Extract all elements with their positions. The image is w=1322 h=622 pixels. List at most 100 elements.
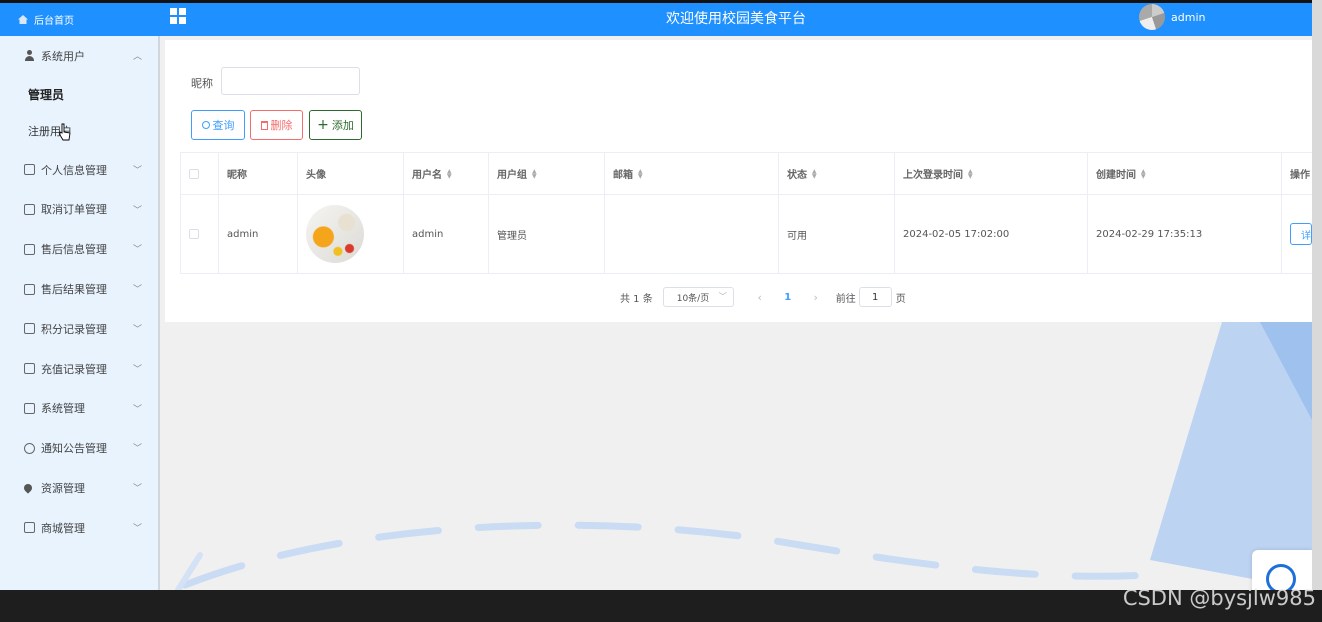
prev-page-button[interactable]: ‹	[754, 291, 766, 304]
row-select-cell[interactable]	[180, 195, 219, 273]
sidebar-item[interactable]: 通知公告管理 ﹀	[0, 428, 158, 468]
delete-button[interactable]: 删除	[250, 110, 303, 140]
chevron-up-icon: ︿	[132, 52, 142, 62]
sidebar-item-label: 取消订单管理	[41, 203, 107, 217]
main-panel: 昵称 查询 删除 + 添加 昵称 头像 用户名 ▲ ▼ 用户组 ▲ ▼ 邮箱 ▲ ▼ 状态 ▲…	[165, 40, 1312, 322]
user-avatar[interactable]	[1139, 4, 1165, 30]
cell-nickname: admin	[219, 195, 298, 273]
add-label: 添加	[331, 119, 354, 132]
goto-page-input[interactable]: 1	[858, 287, 892, 307]
cell-last-login: 2024-02-05 17:02:00	[895, 195, 1088, 273]
document-icon	[24, 164, 35, 176]
sidebar-item[interactable]: 资源管理 ﹀	[0, 468, 158, 508]
goto-label: 前往	[835, 293, 856, 305]
pagination-total: 共 1 条	[620, 293, 653, 305]
sidebar-item-label: 充值记录管理	[41, 362, 107, 376]
window-scrollbar[interactable]	[1312, 0, 1322, 590]
pagination: 共 1 条 10条/页 ﹀ ‹ 1 › 前往 1 页	[620, 287, 906, 307]
sidebar-item-registered-users[interactable]: 注册用户	[0, 113, 158, 150]
row-checkbox[interactable]	[189, 229, 199, 239]
cell-avatar	[298, 195, 404, 273]
column-header[interactable]: 邮箱 ▲ ▼	[605, 153, 779, 194]
delete-label: 删除	[270, 119, 293, 132]
page-size-value: 10条/页	[676, 293, 710, 304]
query-label: 查询	[212, 119, 235, 132]
info-icon	[24, 442, 35, 454]
document-icon	[24, 283, 35, 295]
users-table: 昵称 头像 用户名 ▲ ▼ 用户组 ▲ ▼ 邮箱 ▲ ▼ 状态 ▲ ▼ 上次登录时间 ▲ ▼ 创建时…	[180, 152, 1312, 274]
chevron-down-icon: ﹀	[132, 484, 142, 495]
chevron-down-icon: ﹀	[132, 165, 142, 176]
sidebar-item-label: 商城管理	[41, 521, 85, 535]
sidebar: 系统用户 ︿ 管理员 注册用户 个人信息管理 ﹀ 取消订单管理 ﹀ 售后信息管理 ﹀ 售后结…	[0, 36, 160, 590]
detail-button[interactable]: 详	[1290, 223, 1312, 245]
chevron-down-icon: ﹀	[132, 444, 142, 455]
add-button[interactable]: + 添加	[309, 110, 362, 140]
column-header: 昵称	[219, 153, 298, 194]
page-size-select[interactable]: 10条/页 ﹀	[662, 287, 734, 307]
chevron-down-icon: ﹀	[132, 245, 142, 256]
cell-username: admin	[404, 195, 489, 273]
column-header[interactable]: 上次登录时间 ▲ ▼	[895, 153, 1088, 194]
column-header[interactable]: 创建时间 ▲ ▼	[1088, 153, 1282, 194]
chevron-down-icon: ﹀	[132, 364, 142, 375]
sidebar-item[interactable]: 系统管理 ﹀	[0, 389, 158, 429]
column-header[interactable]: 用户组 ▲ ▼	[489, 153, 605, 194]
next-page-button[interactable]: ›	[810, 291, 822, 304]
document-icon	[24, 363, 35, 375]
sidebar-item-label: 售后结果管理	[41, 283, 107, 297]
chevron-down-icon: ﹀	[132, 523, 142, 534]
user-name[interactable]: admin	[1171, 11, 1205, 24]
select-all-checkbox[interactable]	[189, 168, 199, 179]
column-header: 头像	[298, 153, 404, 194]
pin-icon	[22, 482, 34, 494]
home-label: 后台首页	[34, 16, 74, 27]
sidebar-item[interactable]: 个人信息管理 ﹀	[0, 150, 158, 190]
chevron-down-icon: ﹀	[132, 324, 142, 335]
image-icon	[24, 402, 35, 414]
cell-created: 2024-02-29 17:35:13	[1088, 195, 1282, 273]
home-icon	[18, 15, 28, 24]
cell-action: 详	[1282, 195, 1312, 273]
header-select-all[interactable]	[180, 153, 219, 194]
table-header-row: 昵称 头像 用户名 ▲ ▼ 用户组 ▲ ▼ 邮箱 ▲ ▼ 状态 ▲ ▼ 上次登录时间 ▲ ▼ 创建时…	[180, 153, 1312, 195]
search-icon	[201, 121, 210, 129]
sidebar-item[interactable]: 积分记录管理 ﹀	[0, 309, 158, 349]
nickname-search-input[interactable]	[221, 67, 360, 95]
sidebar-item-label: 售后信息管理	[41, 243, 107, 257]
sidebar-item-admin[interactable]: 管理员	[0, 76, 158, 113]
sort-icon: ▲ ▼	[812, 167, 817, 180]
sort-icon: ▲ ▼	[968, 167, 973, 180]
sidebar-item-label: 积分记录管理	[41, 322, 107, 336]
sidebar-item[interactable]: 取消订单管理 ﹀	[0, 190, 158, 230]
app-window: 后台首页 欢迎使用校园美食平台 admin 系统用户 ︿ 管理员 注册用户 个人…	[0, 0, 1312, 590]
home-link[interactable]: 后台首页	[0, 0, 160, 36]
hand-cursor-icon	[59, 123, 71, 141]
sidebar-item[interactable]: 售后结果管理 ﹀	[0, 269, 158, 309]
document-icon	[24, 323, 35, 335]
watermark: CSDN @bysjlw985	[1122, 586, 1316, 610]
cell-group: 管理员	[489, 195, 605, 273]
sidebar-item[interactable]: 售后信息管理 ﹀	[0, 229, 158, 269]
query-button[interactable]: 查询	[191, 110, 245, 140]
current-page[interactable]: 1	[766, 292, 810, 303]
sidebar-item[interactable]: 充值记录管理 ﹀	[0, 349, 158, 389]
cell-email	[605, 195, 779, 273]
document-icon	[24, 243, 35, 255]
sidebar-item[interactable]: 商城管理 ﹀	[0, 508, 158, 548]
sort-icon: ▲ ▼	[532, 167, 537, 180]
help-widget[interactable]	[1252, 550, 1312, 590]
column-header[interactable]: 状态 ▲ ▼	[779, 153, 895, 194]
sidebar-item-label: 个人信息管理	[41, 163, 107, 177]
sidebar-item-label: 通知公告管理	[41, 442, 107, 456]
sidebar-item-label: 系统管理	[41, 402, 85, 416]
column-header: 操作	[1290, 170, 1310, 181]
chevron-down-icon: ﹀	[718, 292, 727, 301]
sort-icon: ▲ ▼	[1141, 167, 1146, 180]
table-row: admin admin 管理员 可用 2024-02-05 17:02:00 2…	[180, 195, 1312, 274]
plus-icon: +	[317, 117, 329, 133]
column-header[interactable]: 用户名 ▲ ▼	[404, 153, 489, 194]
trash-icon	[260, 120, 268, 130]
document-icon	[24, 203, 35, 215]
sidebar-group-system-user[interactable]: 系统用户 ︿	[0, 36, 158, 76]
